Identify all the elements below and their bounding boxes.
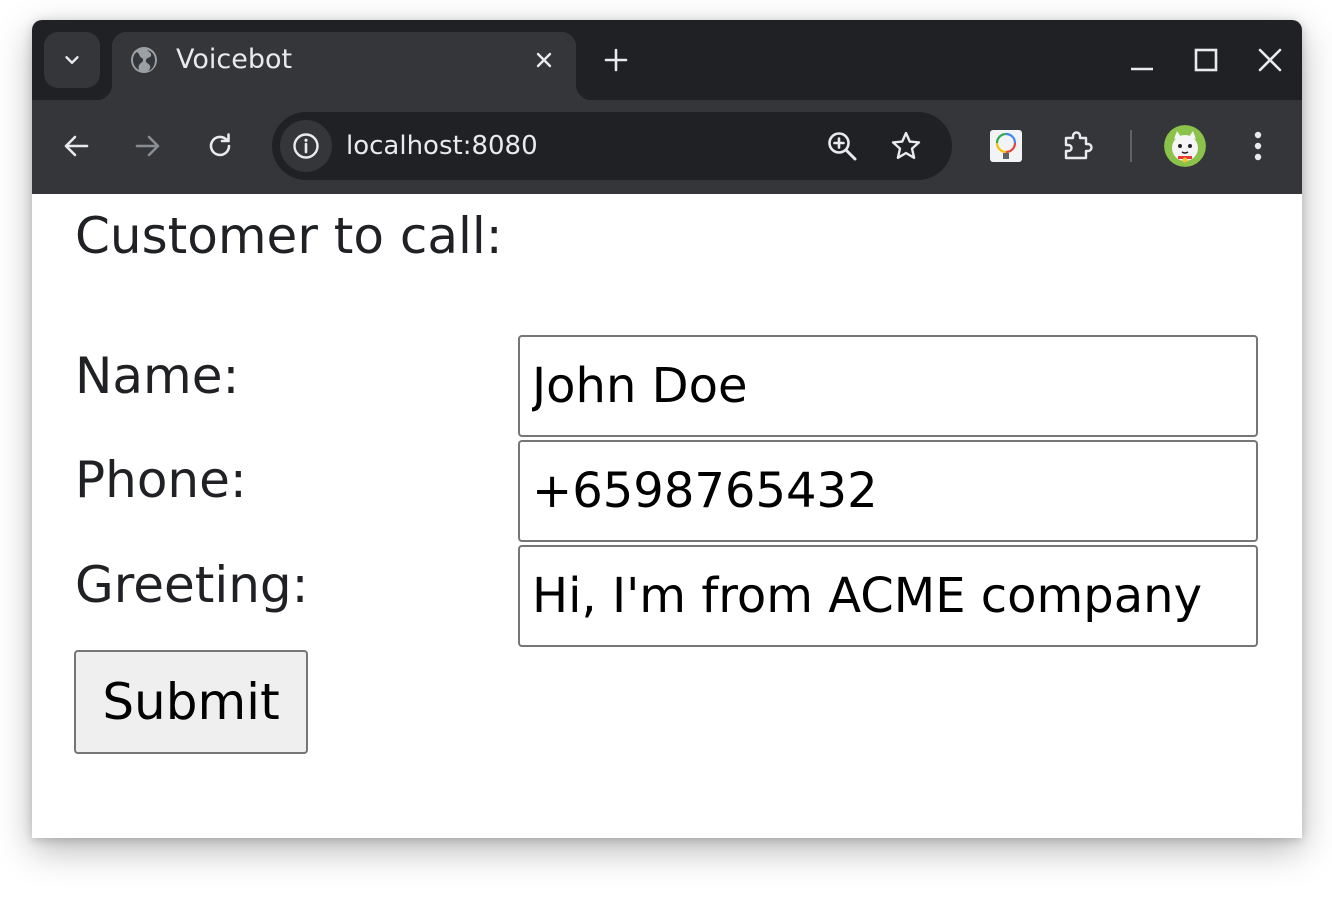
phone-input[interactable] <box>518 440 1258 542</box>
name-label: Name: <box>75 347 240 405</box>
close-window-button[interactable] <box>1250 40 1290 80</box>
browser-window: Voicebot localhost:8080 Customer to call… <box>32 20 1302 838</box>
avatar[interactable] <box>1164 125 1206 167</box>
tab-search-button[interactable] <box>44 32 100 88</box>
color-extension-button[interactable] <box>986 126 1026 166</box>
tab-strip: Voicebot <box>32 20 1302 100</box>
phone-label: Phone: <box>75 451 247 509</box>
zoom-in-icon <box>828 132 857 161</box>
close-icon <box>536 52 552 68</box>
globe-icon <box>131 47 157 73</box>
arrow-right-icon <box>135 135 160 157</box>
chevron-down-icon <box>65 56 79 64</box>
new-tab-button[interactable] <box>598 42 634 78</box>
toolbar-separator <box>1130 130 1132 162</box>
browser-menu-button[interactable] <box>1238 126 1278 166</box>
forward-button[interactable] <box>128 126 168 166</box>
tab-voicebot[interactable]: Voicebot <box>96 32 592 100</box>
arrow-left-icon <box>64 135 89 157</box>
name-input[interactable] <box>518 335 1258 437</box>
info-icon <box>293 133 319 159</box>
tab-close-button[interactable] <box>530 46 558 74</box>
minimize-icon <box>1131 67 1153 71</box>
address-bar[interactable]: localhost:8080 <box>272 112 952 180</box>
maximize-icon <box>1194 48 1218 72</box>
browser-toolbar: localhost:8080 <box>32 100 1302 194</box>
minimize-button[interactable] <box>1122 40 1162 80</box>
plus-icon <box>604 48 628 72</box>
url-text[interactable]: localhost:8080 <box>346 128 538 164</box>
puzzle-icon <box>1064 131 1093 160</box>
greeting-label: Greeting: <box>75 556 309 614</box>
greeting-input[interactable] <box>518 545 1258 647</box>
reload-icon <box>209 133 231 157</box>
color-picker-extension-icon <box>990 130 1022 162</box>
submit-button[interactable]: Submit <box>74 650 308 754</box>
close-icon <box>1258 48 1282 72</box>
extensions-button[interactable] <box>1058 126 1098 166</box>
site-info-button[interactable] <box>280 120 332 172</box>
zoom-button[interactable] <box>822 126 862 166</box>
tab-title: Voicebot <box>176 44 293 75</box>
maximize-button[interactable] <box>1186 40 1226 80</box>
reload-button[interactable] <box>200 126 240 166</box>
page-title: Customer to call: <box>75 207 503 265</box>
bookmark-button[interactable] <box>886 126 926 166</box>
star-icon <box>891 131 921 159</box>
lucky-cat-avatar-icon <box>1164 125 1206 167</box>
back-button[interactable] <box>56 126 96 166</box>
kebab-menu-icon <box>1254 131 1262 161</box>
page-content: Customer to call: Name: Phone: Greeting:… <box>32 194 1302 838</box>
